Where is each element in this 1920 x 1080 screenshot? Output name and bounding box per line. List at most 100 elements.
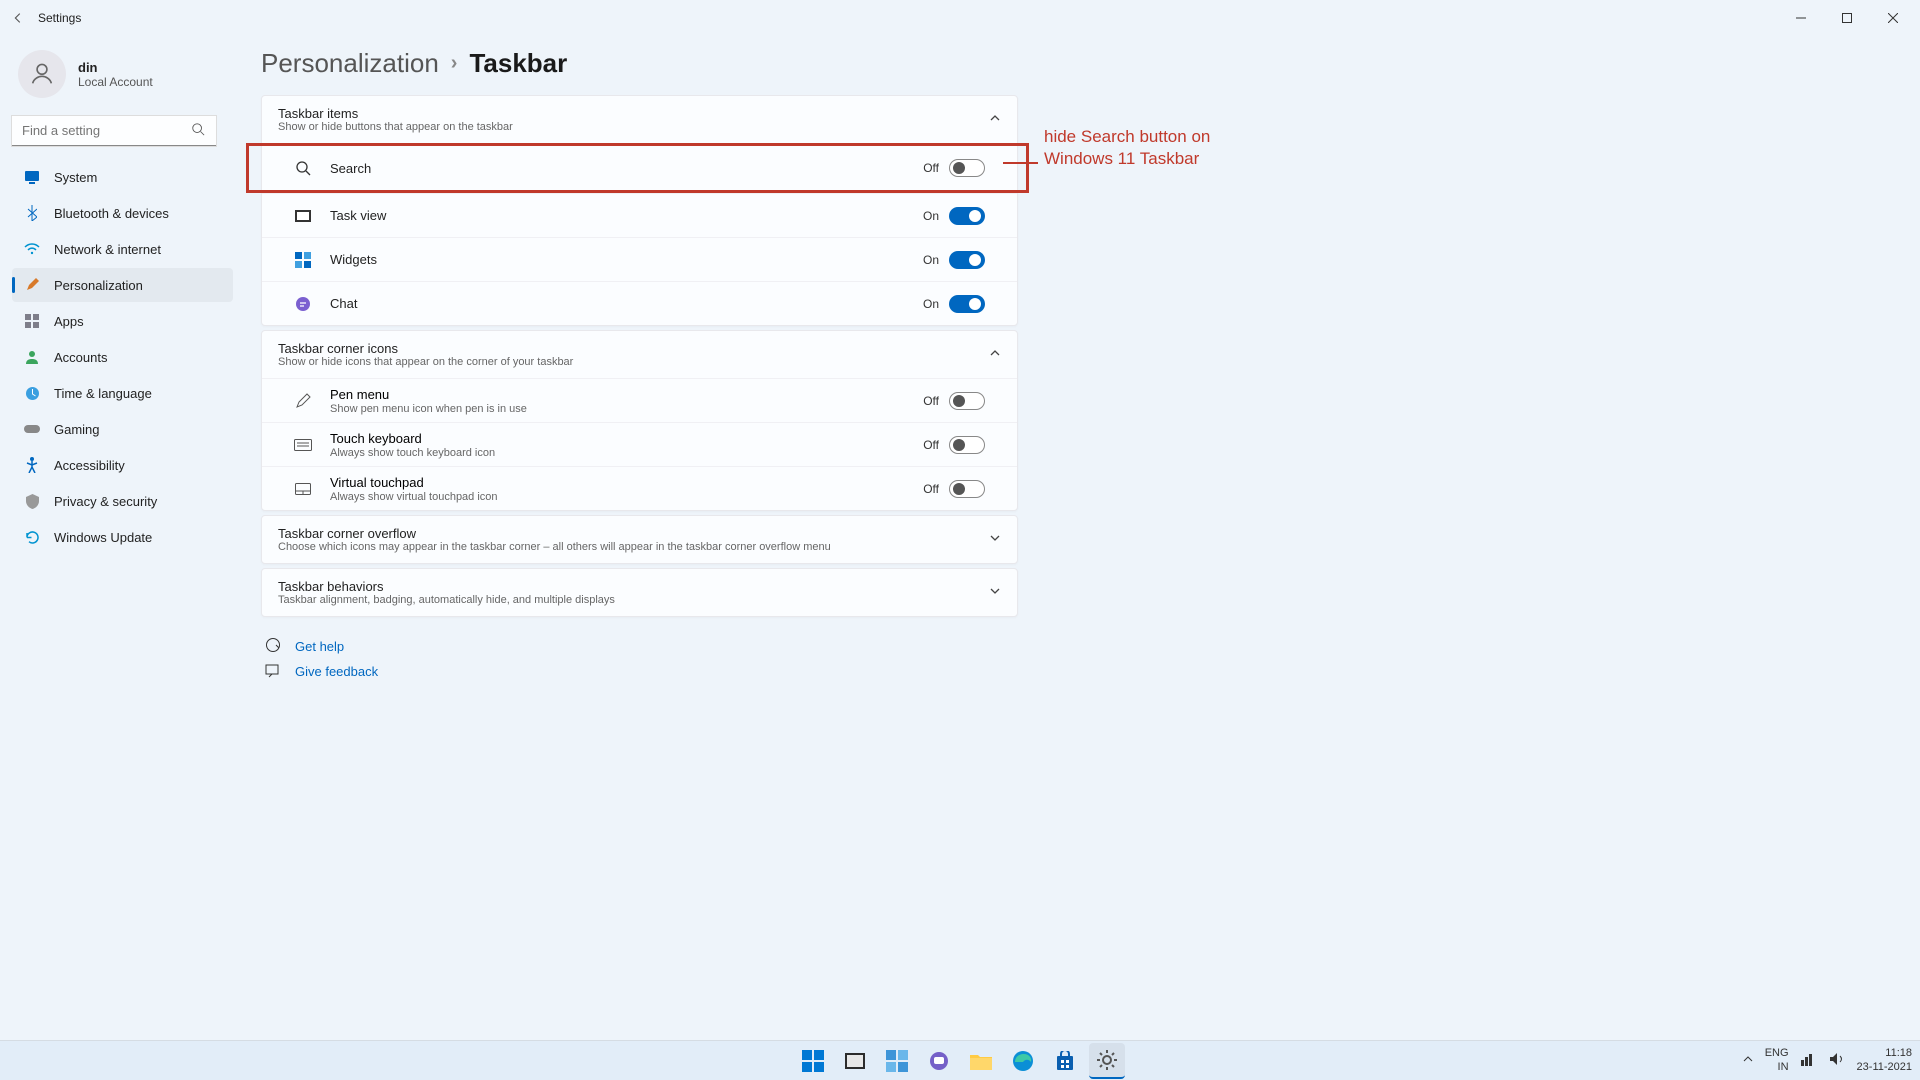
clock[interactable]: 11:1823-11-2021	[1857, 1047, 1912, 1073]
row-label: Widgets	[330, 252, 923, 267]
person-icon	[24, 350, 40, 364]
sidebar-item-label: Personalization	[54, 278, 143, 293]
annotation-text: hide Search button on Windows 11 Taskbar	[1044, 126, 1210, 170]
taskbar-item-chat-row: Chat On	[262, 281, 1017, 325]
settings-button[interactable]	[1089, 1043, 1125, 1079]
give-feedback-link[interactable]: Give feedback	[295, 664, 378, 679]
tray-overflow-button[interactable]	[1743, 1054, 1753, 1067]
row-label: Pen menu	[330, 387, 923, 402]
sidebar-item-apps[interactable]: Apps	[12, 304, 233, 338]
toggle-state: Off	[923, 482, 939, 496]
chevron-right-icon: ›	[451, 52, 458, 75]
search-input[interactable]	[12, 116, 216, 146]
volume-icon[interactable]	[1829, 1052, 1845, 1069]
shield-icon	[24, 494, 40, 509]
maximize-button[interactable]	[1824, 2, 1870, 34]
section-corner-icons-header[interactable]: Taskbar corner icons Show or hide icons …	[262, 331, 1017, 378]
section-overflow-header[interactable]: Taskbar corner overflow Choose which ico…	[262, 516, 1017, 563]
widgets-icon	[294, 251, 312, 269]
chat-button[interactable]	[921, 1043, 957, 1079]
explorer-button[interactable]	[963, 1043, 999, 1079]
window-title: Settings	[38, 11, 81, 25]
sidebar-item-personalization[interactable]: Personalization	[12, 268, 233, 302]
wifi-icon	[24, 243, 40, 255]
touchpad-toggle[interactable]	[949, 480, 985, 498]
accessibility-icon	[24, 457, 40, 473]
row-label: Search	[330, 161, 923, 176]
brush-icon	[24, 277, 40, 293]
touchpad-icon	[294, 480, 312, 498]
taskview-toggle[interactable]	[949, 207, 985, 225]
sidebar-item-label: Time & language	[54, 386, 152, 401]
sidebar-item-label: Accounts	[54, 350, 107, 365]
section-desc: Show or hide icons that appear on the co…	[278, 356, 573, 368]
taskbar-item-taskview-row: Task view On	[262, 193, 1017, 237]
sidebar-item-network[interactable]: Network & internet	[12, 232, 233, 266]
close-button[interactable]	[1870, 2, 1916, 34]
profile-sub: Local Account	[78, 75, 153, 89]
keyboard-toggle[interactable]	[949, 436, 985, 454]
toggle-state: Off	[923, 394, 939, 408]
sidebar-item-privacy[interactable]: Privacy & security	[12, 484, 233, 518]
sidebar-item-label: System	[54, 170, 97, 185]
search-icon	[191, 122, 205, 141]
network-icon[interactable]	[1801, 1052, 1817, 1069]
language-indicator[interactable]: ENGIN	[1765, 1047, 1789, 1073]
back-button[interactable]	[4, 4, 32, 32]
help-icon	[265, 637, 281, 656]
toggle-state: Off	[923, 161, 939, 175]
sidebar-item-label: Network & internet	[54, 242, 161, 257]
toggle-state: On	[923, 297, 939, 311]
corner-pen-row: Pen menuShow pen menu icon when pen is i…	[262, 378, 1017, 422]
section-desc: Show or hide buttons that appear on the …	[278, 121, 513, 133]
clock-icon	[24, 386, 40, 401]
breadcrumb-parent[interactable]: Personalization	[261, 48, 439, 79]
store-button[interactable]	[1047, 1043, 1083, 1079]
section-taskbar-items-header[interactable]: Taskbar items Show or hide buttons that …	[262, 96, 1017, 143]
toggle-state: Off	[923, 438, 939, 452]
corner-keyboard-row: Touch keyboardAlways show touch keyboard…	[262, 422, 1017, 466]
bluetooth-icon	[24, 205, 40, 221]
profile-name: din	[78, 60, 153, 75]
sidebar-item-accessibility[interactable]: Accessibility	[12, 448, 233, 482]
system-icon	[24, 170, 40, 184]
start-button[interactable]	[795, 1043, 831, 1079]
toggle-state: On	[923, 253, 939, 267]
sidebar-item-time[interactable]: Time & language	[12, 376, 233, 410]
apps-icon	[24, 314, 40, 328]
sidebar-item-gaming[interactable]: Gaming	[12, 412, 233, 446]
sidebar-item-bluetooth[interactable]: Bluetooth & devices	[12, 196, 233, 230]
row-label: Chat	[330, 296, 923, 311]
sidebar-item-label: Accessibility	[54, 458, 125, 473]
corner-touchpad-row: Virtual touchpadAlways show virtual touc…	[262, 466, 1017, 510]
widgets-toggle[interactable]	[949, 251, 985, 269]
feedback-icon	[265, 662, 281, 681]
section-behaviors-header[interactable]: Taskbar behaviors Taskbar alignment, bad…	[262, 569, 1017, 616]
row-sub: Always show virtual touchpad icon	[330, 491, 923, 503]
avatar[interactable]	[18, 50, 66, 98]
row-sub: Always show touch keyboard icon	[330, 447, 923, 459]
sidebar-item-system[interactable]: System	[12, 160, 233, 194]
row-label: Virtual touchpad	[330, 475, 923, 490]
section-title: Taskbar corner icons	[278, 341, 573, 356]
edge-button[interactable]	[1005, 1043, 1041, 1079]
taskbar-item-search-row: Search Off	[262, 146, 1017, 190]
sidebar-item-label: Gaming	[54, 422, 100, 437]
get-help-link[interactable]: Get help	[295, 639, 344, 654]
search-icon	[294, 159, 312, 177]
search-toggle[interactable]	[949, 159, 985, 177]
chevron-up-icon	[989, 111, 1001, 129]
sidebar-item-update[interactable]: Windows Update	[12, 520, 233, 554]
chat-toggle[interactable]	[949, 295, 985, 313]
taskview-icon	[294, 207, 312, 225]
section-desc: Taskbar alignment, badging, automaticall…	[278, 594, 615, 606]
sidebar-item-label: Apps	[54, 314, 84, 329]
minimize-button[interactable]	[1778, 2, 1824, 34]
pen-toggle[interactable]	[949, 392, 985, 410]
sidebar-item-accounts[interactable]: Accounts	[12, 340, 233, 374]
chevron-up-icon	[989, 346, 1001, 364]
widgets-button[interactable]	[879, 1043, 915, 1079]
update-icon	[24, 530, 40, 545]
page-title: Taskbar	[469, 48, 567, 79]
taskview-button[interactable]	[837, 1043, 873, 1079]
